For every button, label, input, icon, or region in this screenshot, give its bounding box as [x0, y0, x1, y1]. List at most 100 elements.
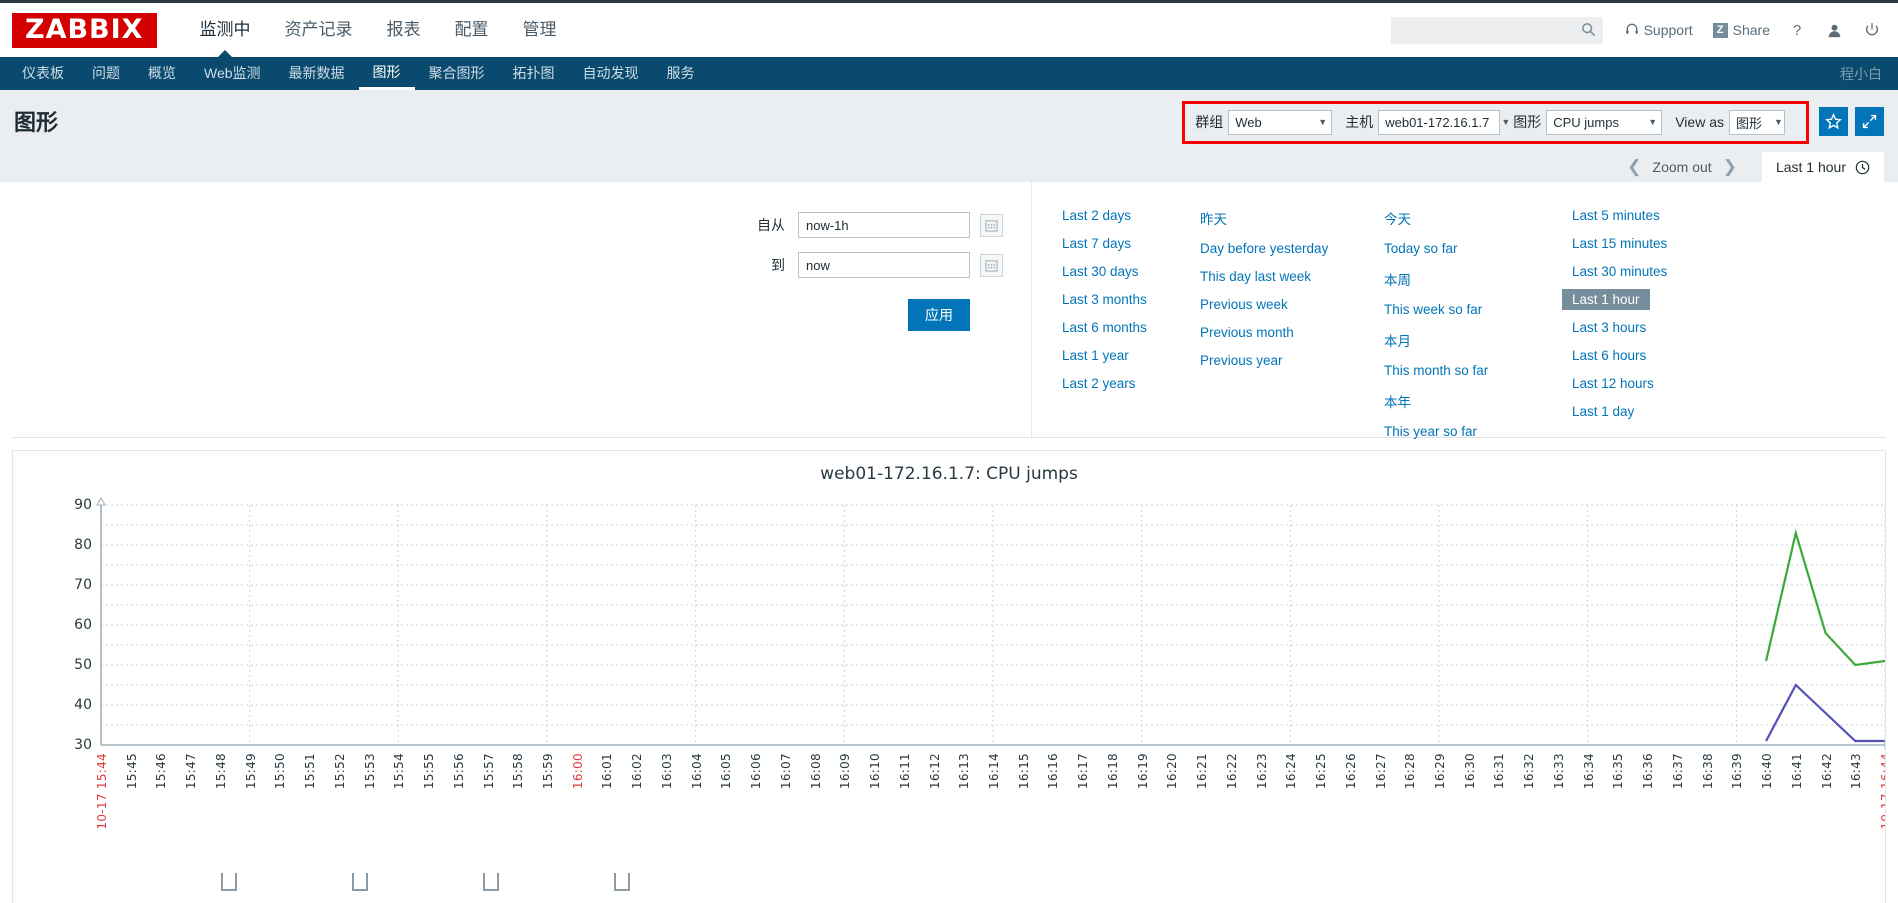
- quick-range-item[interactable]: Last 5 minutes: [1572, 208, 1660, 223]
- subnav-item-latest-data[interactable]: 最新数据: [275, 57, 359, 90]
- to-input[interactable]: [798, 252, 970, 278]
- graph-select[interactable]: CPU jumps ▼: [1546, 109, 1663, 135]
- time-range-tab[interactable]: Last 1 hour: [1761, 152, 1884, 182]
- quick-range-item[interactable]: Last 15 minutes: [1572, 236, 1667, 251]
- main-nav-monitoring[interactable]: 监测中: [183, 3, 268, 58]
- headset-icon: [1625, 22, 1644, 39]
- quick-range-item[interactable]: Last 30 days: [1062, 264, 1139, 279]
- subnav-item-web[interactable]: Web监测: [190, 57, 275, 90]
- x-axis-tick-label: 16:14: [987, 753, 1001, 790]
- header-right-actions: Support Z Share ?: [1390, 16, 1898, 44]
- viewas-select[interactable]: 图形 ▼: [1729, 109, 1785, 135]
- main-nav-administration[interactable]: 管理: [506, 3, 574, 57]
- quick-range-item[interactable]: Last 2 days: [1062, 208, 1131, 223]
- quick-range-item[interactable]: 本周: [1384, 269, 1411, 289]
- sign-out-button[interactable]: [1864, 22, 1880, 38]
- host-select[interactable]: web01-172.16.1.7 ▼: [1378, 109, 1510, 135]
- quick-range-item[interactable]: This day last week: [1200, 269, 1311, 284]
- chart-svg: [96, 496, 1885, 750]
- subnav-item-maps[interactable]: 拓扑图: [499, 57, 569, 90]
- time-range-tab-label: Last 1 hour: [1775, 159, 1846, 175]
- search-input[interactable]: [1390, 16, 1603, 44]
- share-link[interactable]: Z Share: [1712, 22, 1770, 38]
- x-axis-tick-label: 15:53: [362, 753, 377, 790]
- quick-range-item[interactable]: Last 3 months: [1062, 292, 1147, 307]
- add-favorite-button[interactable]: [1819, 106, 1848, 136]
- to-calendar-button[interactable]: [980, 253, 1003, 277]
- x-axis-tick-label: 16:22: [1224, 753, 1239, 790]
- quick-range-item[interactable]: This week so far: [1384, 302, 1482, 317]
- quick-range-item[interactable]: This year so far: [1384, 424, 1477, 439]
- quick-range-item[interactable]: 昨天: [1200, 208, 1227, 228]
- global-search[interactable]: [1390, 16, 1603, 44]
- subnav-item-services[interactable]: 服务: [653, 57, 709, 90]
- quick-range-item[interactable]: 本年: [1384, 391, 1411, 411]
- hostgroup-select[interactable]: Web ▼: [1228, 109, 1333, 135]
- from-input[interactable]: [798, 212, 970, 238]
- from-calendar-button[interactable]: [980, 213, 1003, 237]
- x-axis-tick-label: 15:55: [422, 753, 437, 790]
- time-prev-button[interactable]: ❮: [1616, 157, 1652, 177]
- x-axis-tick-label: 15:59: [541, 753, 555, 790]
- quick-range-item[interactable]: Last 3 hours: [1572, 320, 1646, 335]
- x-axis-tick-label: 16:27: [1373, 753, 1388, 790]
- quick-range-item[interactable]: 今天: [1384, 208, 1411, 228]
- quick-range-item[interactable]: This month so far: [1384, 363, 1488, 378]
- chart-area[interactable]: 30 40 50 60 70 80 90 10-17 15:44 15:45 15:46 15:47…: [13, 495, 1885, 903]
- graph-label: 图形: [1513, 114, 1542, 130]
- question-mark-icon: ?: [1793, 22, 1801, 39]
- quick-range-item[interactable]: Last 2 years: [1062, 376, 1136, 391]
- quick-range-item[interactable]: Last 30 minutes: [1572, 264, 1667, 279]
- main-navigation: 监测中 资产记录 报表 配置 管理: [183, 3, 574, 58]
- filter-group-hostgroup: 群组 Web ▼: [1195, 109, 1333, 135]
- x-axis-tick-label: 16:35: [1611, 753, 1626, 790]
- from-label: 自从: [757, 217, 785, 233]
- help-button[interactable]: ?: [1790, 22, 1805, 39]
- quick-range-item[interactable]: Previous year: [1200, 353, 1283, 368]
- main-nav-configuration[interactable]: 配置: [438, 3, 506, 57]
- fullscreen-button[interactable]: [1855, 106, 1884, 136]
- subnav-item-problems[interactable]: 问题: [78, 57, 134, 90]
- host-value: web01-172.16.1.7: [1385, 114, 1490, 130]
- quick-range-item[interactable]: Last 1 day: [1572, 404, 1634, 419]
- x-axis-tick-label: 16:06: [749, 753, 764, 790]
- x-axis-tick-label: 16:43: [1849, 753, 1864, 790]
- share-label: Share: [1732, 22, 1770, 38]
- quick-range-item[interactable]: Last 7 days: [1062, 236, 1131, 251]
- quick-range-item[interactable]: Last 6 months: [1062, 320, 1147, 335]
- quick-range-item[interactable]: Previous month: [1200, 325, 1294, 340]
- quick-range-item-selected[interactable]: Last 1 hour: [1562, 289, 1650, 310]
- main-nav-reports[interactable]: 报表: [370, 3, 438, 57]
- quick-range-item[interactable]: Previous week: [1200, 297, 1288, 312]
- quick-range-item[interactable]: Last 6 hours: [1572, 348, 1646, 363]
- subnav-item-graphs[interactable]: 图形: [358, 57, 415, 90]
- quick-range-item[interactable]: Last 1 year: [1062, 348, 1129, 363]
- x-axis-tick-label: 15:51: [303, 753, 318, 790]
- x-axis-tick-label: 16:19: [1135, 753, 1150, 790]
- zoom-controls: ❮ Zoom out ❯: [1616, 152, 1748, 182]
- quick-range-item[interactable]: Today so far: [1384, 241, 1458, 256]
- user-profile-button[interactable]: [1827, 23, 1842, 38]
- subnav-item-dashboard[interactable]: 仪表板: [8, 57, 78, 90]
- x-axis-tick-label: 16:28: [1403, 753, 1418, 790]
- quick-range-item[interactable]: 本月: [1384, 330, 1411, 350]
- zabbix-logo[interactable]: ZABBIX: [12, 12, 157, 48]
- x-axis-tick-label: 16:41: [1789, 753, 1804, 790]
- time-range-form: 自从 到 应用: [12, 182, 1032, 437]
- support-link[interactable]: Support: [1625, 22, 1693, 39]
- quick-range-item[interactable]: Day before yesterday: [1200, 241, 1328, 256]
- quick-range-item[interactable]: Last 12 hours: [1572, 376, 1654, 391]
- chevron-down-icon: ▼: [1318, 117, 1328, 127]
- time-selector-panel: 自从 到 应用: [12, 182, 1886, 439]
- svg-text:?: ?: [1793, 22, 1801, 39]
- subnav-item-screens[interactable]: 聚合图形: [415, 57, 499, 90]
- viewas-label: View as: [1675, 114, 1724, 130]
- subnav-item-overview[interactable]: 概览: [134, 57, 190, 90]
- subnav-item-discovery[interactable]: 自动发现: [569, 57, 653, 90]
- y-axis-tick-label: 30: [74, 737, 92, 753]
- x-axis-tick-label: 16:09: [838, 753, 853, 790]
- zoom-out-button[interactable]: Zoom out: [1653, 159, 1712, 175]
- time-next-button[interactable]: ❯: [1712, 157, 1748, 177]
- apply-button[interactable]: 应用: [908, 299, 970, 331]
- main-nav-inventory[interactable]: 资产记录: [268, 3, 370, 57]
